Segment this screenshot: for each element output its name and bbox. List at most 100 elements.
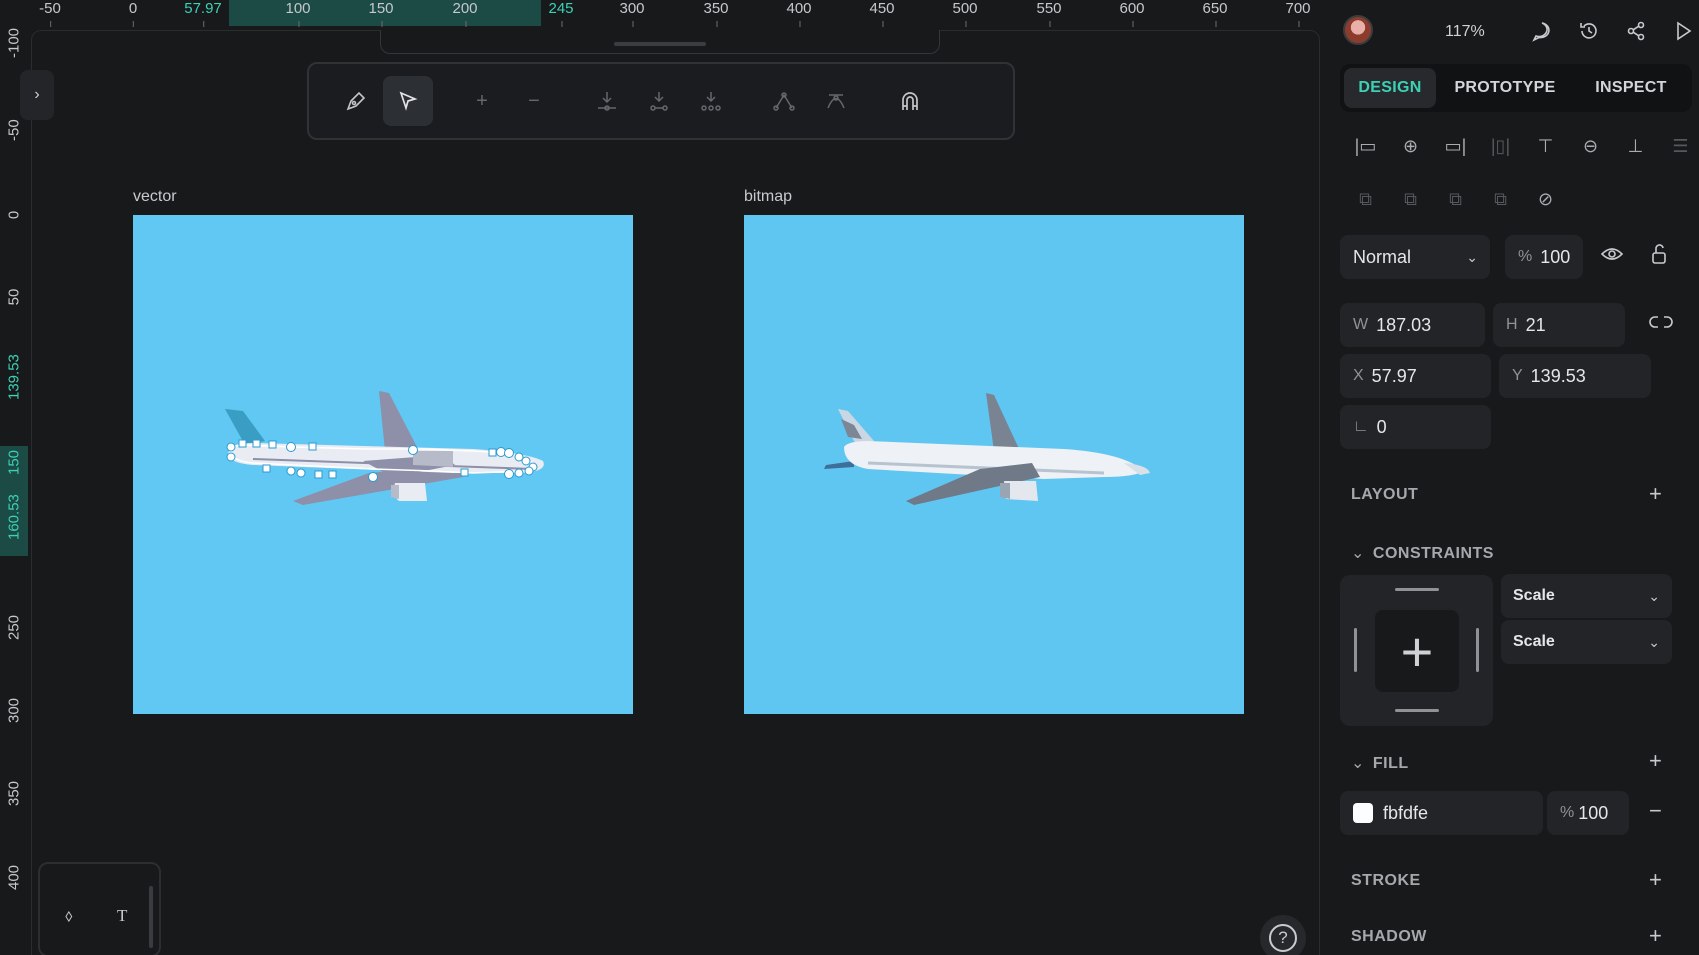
history-clock-icon <box>1580 23 1597 39</box>
fill-color-swatch[interactable] <box>1353 803 1373 823</box>
question-mark-icon: ? <box>1269 924 1297 952</box>
ruler-top-tick: 150 <box>368 0 394 27</box>
comments-button[interactable] <box>1529 18 1555 44</box>
bitmap-board[interactable] <box>744 215 1244 714</box>
add-fill-icon[interactable]: + <box>1649 748 1662 774</box>
user-avatar[interactable] <box>1343 15 1373 45</box>
height-field[interactable]: H 21 <box>1493 303 1625 347</box>
vector-board[interactable] <box>133 215 633 714</box>
add-stroke-icon[interactable]: + <box>1649 867 1662 893</box>
layer-opacity-field[interactable]: % 100 <box>1505 235 1583 279</box>
make-curve-button[interactable] <box>811 76 861 126</box>
constraints-widget: + <box>1340 575 1493 726</box>
add-shadow-icon[interactable]: + <box>1649 923 1662 949</box>
flatten-icon[interactable]: ⊘ <box>1523 184 1568 214</box>
constraint-bottom-bar[interactable] <box>1395 709 1439 712</box>
shadow-section-title: SHADOW <box>1351 928 1427 945</box>
share-button[interactable] <box>1623 18 1649 44</box>
boolean-difference-icon[interactable]: ⧉ <box>1388 184 1433 214</box>
chevron-down-icon: ⌄ <box>1351 545 1365 562</box>
y-position-field[interactable]: Y 139.53 <box>1499 354 1651 398</box>
constraint-right-bar[interactable] <box>1476 628 1479 672</box>
boolean-toolbar: ⧉ ⧉ ⧉ ⧉ ⊘ <box>1343 184 1568 214</box>
align-right-icon[interactable]: ▭| <box>1433 131 1478 161</box>
blend-mode-value: Normal <box>1353 246 1412 267</box>
fill-section-header[interactable]: ⌄ FILL <box>1351 753 1409 773</box>
constraints-section-header[interactable]: ⌄ CONSTRAINTS <box>1351 543 1494 563</box>
ruler-left-tick: 160.53 <box>6 494 23 540</box>
expand-sidebar-button[interactable]: › <box>20 70 54 120</box>
merge-nodes-button[interactable] <box>582 76 632 126</box>
lock-open-icon[interactable] <box>1649 243 1669 270</box>
remove-fill-icon[interactable]: − <box>1649 798 1662 824</box>
separate-nodes-button[interactable] <box>686 76 736 126</box>
fill-drop-icon[interactable]: ⬨ <box>65 906 73 926</box>
bitmap-airplane-photo[interactable] <box>744 215 1244 714</box>
constraint-top-bar[interactable] <box>1395 588 1439 591</box>
boolean-union-icon[interactable]: ⧉ <box>1343 184 1388 214</box>
vector-airplane-illustration[interactable] <box>133 215 633 714</box>
ruler-top-tick: 300 <box>619 0 645 27</box>
chevron-right-icon: › <box>34 86 40 103</box>
play-icon <box>1677 21 1692 41</box>
make-corner-button[interactable] <box>759 76 809 126</box>
palette-scrollbar[interactable] <box>149 886 153 948</box>
board-label-vector: vector <box>133 188 177 205</box>
ruler-left-tick: 139.53 <box>5 354 23 400</box>
top-panel-handle[interactable] <box>380 30 940 54</box>
distribute-h-icon[interactable]: |▯| <box>1478 131 1523 161</box>
shadow-section-header[interactable]: SHADOW <box>1351 928 1427 946</box>
align-v-center-icon[interactable]: ⊖ <box>1568 131 1613 161</box>
help-button[interactable]: ? <box>1260 915 1306 955</box>
fill-color-field[interactable]: fbfdfe <box>1340 791 1543 835</box>
distribute-v-icon[interactable]: ☰ <box>1658 131 1699 161</box>
ruler-top-tick: 245 <box>548 0 574 27</box>
snap-nodes-button[interactable] <box>885 76 935 126</box>
fill-opacity-field[interactable]: % 100 <box>1547 791 1629 835</box>
share-icon <box>1627 21 1645 41</box>
constraint-center-plus-icon[interactable]: + <box>1375 610 1459 692</box>
x-position-field[interactable]: X 57.97 <box>1340 354 1491 398</box>
ruler-top-tick: 600 <box>1119 0 1145 27</box>
constraint-left-bar[interactable] <box>1354 628 1357 672</box>
properties-panel: 117% DESIGN PROTOTYPE INSPECT |▭ ⊕ ▭| |▯… <box>1321 0 1699 955</box>
boolean-exclude-icon[interactable]: ⧉ <box>1478 184 1523 214</box>
tab-prototype[interactable]: PROTOTYPE <box>1444 68 1566 108</box>
align-h-center-icon[interactable]: ⊕ <box>1388 131 1433 161</box>
ruler-left-tick: 0 <box>5 210 23 220</box>
play-button[interactable] <box>1670 18 1696 44</box>
link-proportions-icon[interactable] <box>1649 314 1673 335</box>
visibility-eye-icon[interactable] <box>1600 244 1624 269</box>
add-node-button[interactable]: + <box>457 76 507 126</box>
zoom-level[interactable]: 117% <box>1445 23 1485 41</box>
text-tool-icon[interactable]: T <box>117 906 127 926</box>
layout-section-header[interactable]: LAYOUT <box>1351 486 1418 504</box>
tab-inspect[interactable]: INSPECT <box>1572 68 1690 108</box>
align-toolbar: |▭ ⊕ ▭| |▯| ⊤ ⊖ ⊥ ☰ <box>1343 131 1699 161</box>
align-bottom-icon[interactable]: ⊥ <box>1613 131 1658 161</box>
ruler-top-tick: 57.97 <box>184 0 222 27</box>
width-label: W <box>1353 316 1369 333</box>
history-button[interactable] <box>1576 18 1602 44</box>
fill-section-title: FILL <box>1372 755 1409 772</box>
blend-mode-select[interactable]: Normal ⌄ <box>1340 235 1490 279</box>
align-left-icon[interactable]: |▭ <box>1343 131 1388 161</box>
ruler-top-tick: 350 <box>703 0 729 27</box>
ruler-left: -100 -50 0 50 139.53 150 160.53 250 300 350 400 <box>0 28 30 955</box>
constraint-vertical-select[interactable]: Scale ⌄ <box>1501 620 1672 664</box>
select-tool-button[interactable] <box>383 76 433 126</box>
constraint-horizontal-select[interactable]: Scale ⌄ <box>1501 574 1672 618</box>
pen-tool-button[interactable] <box>331 76 381 126</box>
align-top-icon[interactable]: ⊤ <box>1523 131 1568 161</box>
tab-design[interactable]: DESIGN <box>1344 68 1436 108</box>
boolean-intersection-icon[interactable]: ⧉ <box>1433 184 1478 214</box>
join-nodes-button[interactable] <box>634 76 684 126</box>
chevron-down-icon: ⌄ <box>1648 633 1660 650</box>
stroke-section-title: STROKE <box>1351 872 1421 889</box>
add-layout-icon[interactable]: + <box>1649 481 1662 507</box>
width-field[interactable]: W 187.03 <box>1340 303 1485 347</box>
ruler-left-tick: 50 <box>5 288 23 306</box>
radius-field[interactable]: ∟ 0 <box>1340 405 1491 449</box>
stroke-section-header[interactable]: STROKE <box>1351 872 1421 890</box>
remove-node-button[interactable]: − <box>509 76 559 126</box>
